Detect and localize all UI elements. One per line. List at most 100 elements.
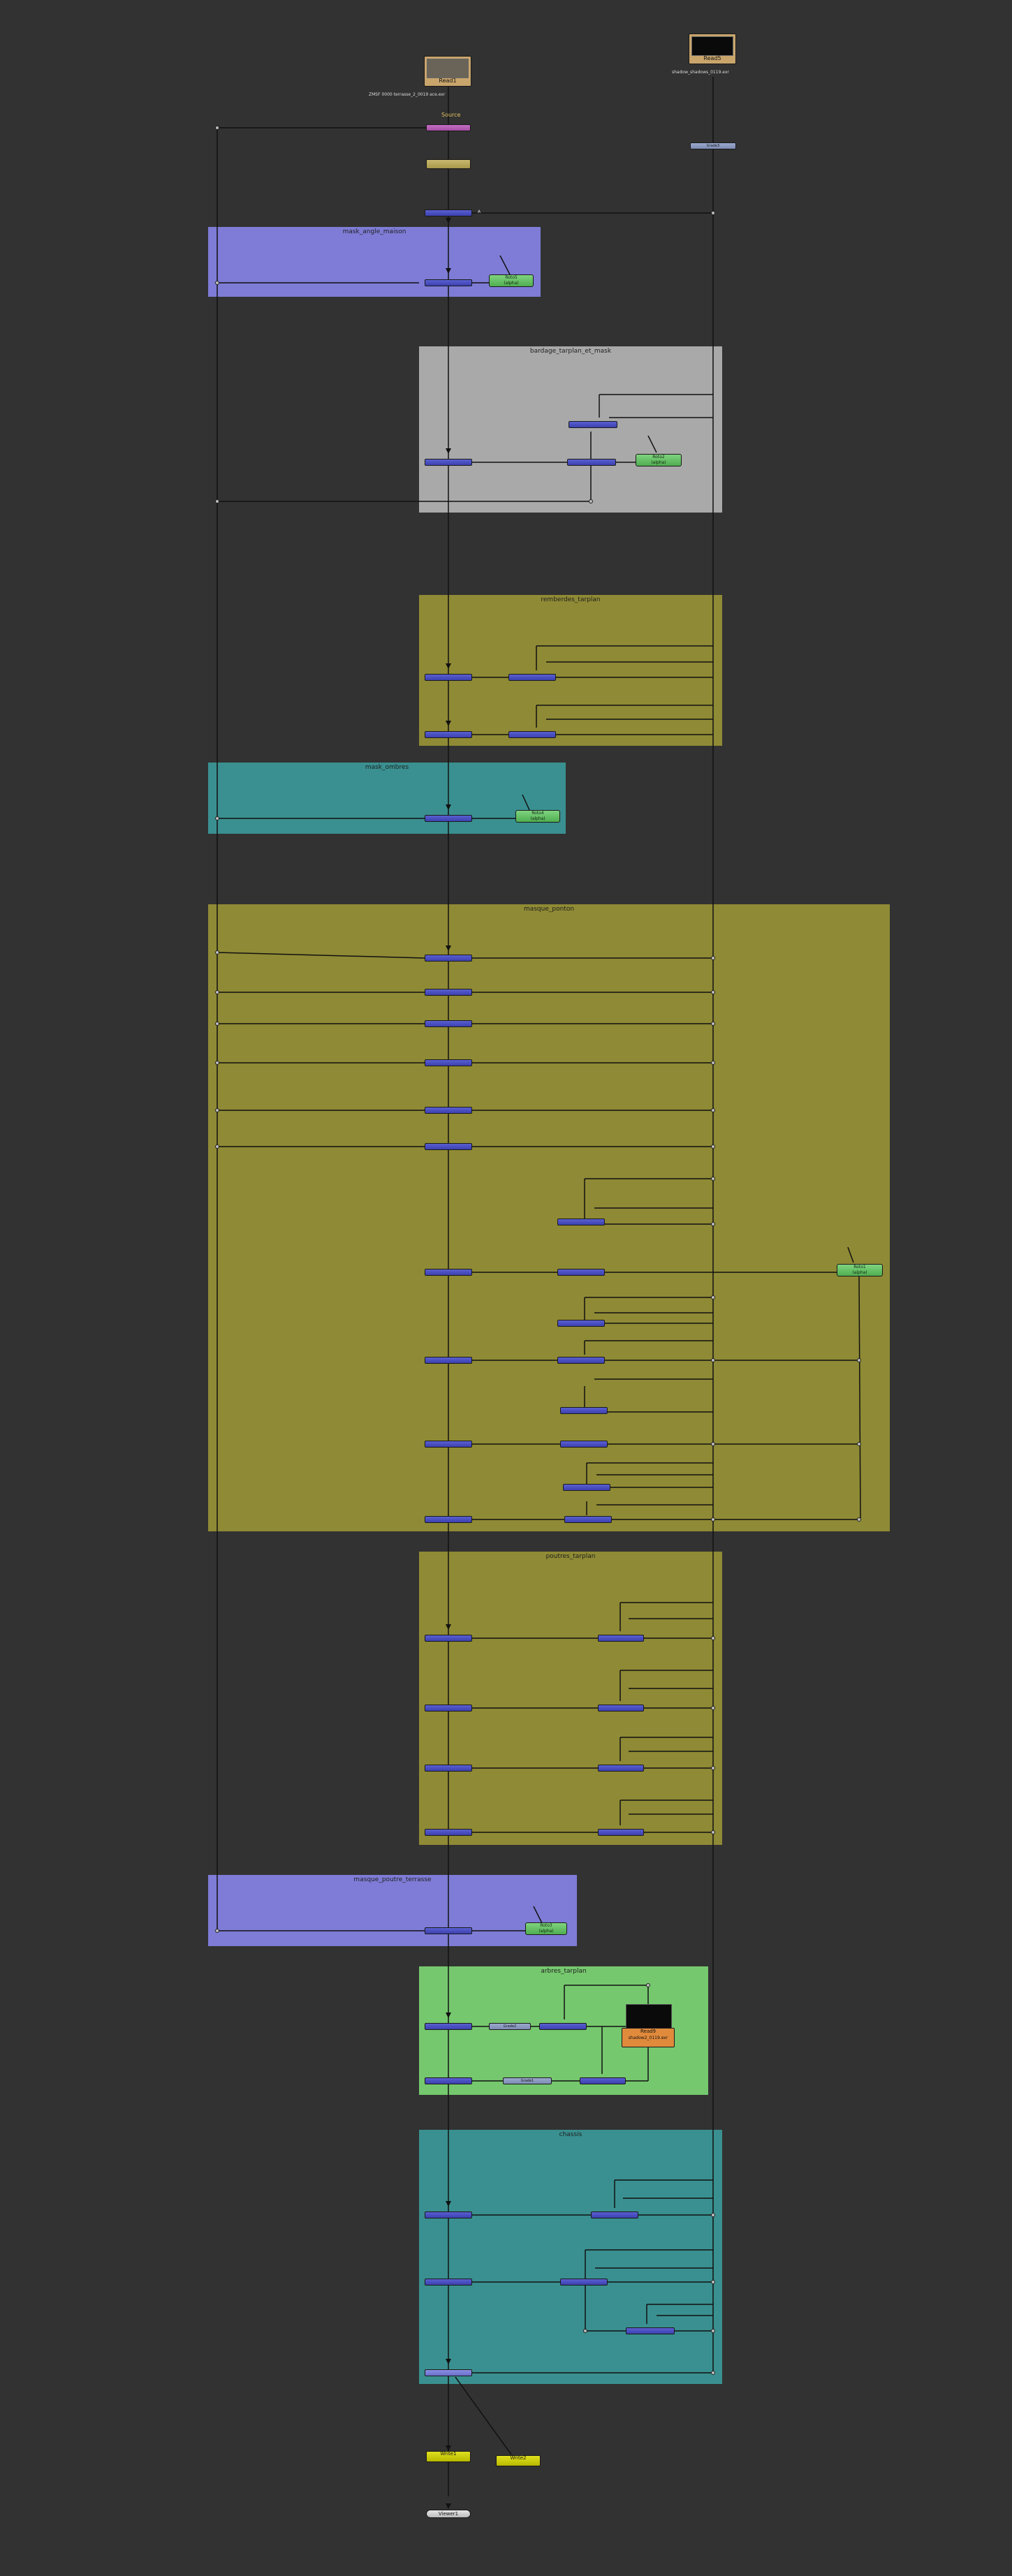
- merge-node[interactable]: [591, 2211, 638, 2218]
- merge-node[interactable]: [425, 1829, 472, 1836]
- grade2-node[interactable]: Grade2: [489, 2023, 531, 2030]
- merge-node[interactable]: [508, 731, 556, 738]
- dot[interactable]: [215, 816, 219, 820]
- merge-node[interactable]: [539, 2023, 587, 2030]
- merge-node[interactable]: [569, 421, 617, 428]
- dot[interactable]: [711, 1222, 715, 1226]
- dot[interactable]: [711, 956, 715, 960]
- dot[interactable]: [711, 1295, 715, 1300]
- dot[interactable]: [215, 950, 219, 955]
- merge-node[interactable]: [560, 1407, 608, 1414]
- merge-node[interactable]: [564, 1516, 612, 1523]
- dot[interactable]: [857, 1358, 861, 1362]
- merge-node[interactable]: [560, 1441, 608, 1448]
- dot[interactable]: [215, 1145, 219, 1149]
- dot[interactable]: [711, 1108, 715, 1112]
- merge-node[interactable]: [425, 2023, 472, 2030]
- merge-node[interactable]: [598, 1635, 644, 1642]
- merge-node[interactable]: [425, 1516, 472, 1523]
- merge-node[interactable]: [425, 1059, 472, 1066]
- merge-node[interactable]: [598, 1829, 644, 1836]
- roto3-node[interactable]: Roto3 (alpha): [525, 1922, 567, 1935]
- merge-node[interactable]: [425, 731, 472, 738]
- merge-node[interactable]: [425, 674, 472, 681]
- dot[interactable]: [215, 1929, 219, 1933]
- dot[interactable]: [583, 2329, 587, 2333]
- merge-node[interactable]: [425, 459, 472, 466]
- grade1-node[interactable]: Grade1: [503, 2077, 552, 2084]
- merge-node[interactable]: [557, 1357, 605, 1364]
- write1-node[interactable]: Write1: [426, 2451, 471, 2462]
- dot[interactable]: [711, 1517, 715, 1522]
- dot[interactable]: [711, 1022, 715, 1026]
- dot[interactable]: [711, 1358, 715, 1362]
- dot[interactable]: [711, 1177, 715, 1181]
- dot[interactable]: [215, 499, 219, 503]
- write2-node[interactable]: Write2: [496, 2455, 541, 2466]
- dot[interactable]: [857, 1442, 861, 1446]
- merge-node[interactable]: [425, 955, 472, 962]
- merge-node[interactable]: [425, 1143, 472, 1150]
- dot[interactable]: [646, 1983, 650, 1987]
- merge-node[interactable]: [425, 2211, 472, 2218]
- dot[interactable]: [215, 1061, 219, 1065]
- dot[interactable]: [215, 1022, 219, 1026]
- roto1-node[interactable]: Roto1 (alpha): [837, 1264, 883, 1276]
- grade3-node[interactable]: Grade3: [690, 142, 736, 149]
- merge-node[interactable]: [567, 459, 616, 466]
- roto5-node[interactable]: Roto5 (alpha): [489, 274, 534, 287]
- merge-node[interactable]: [557, 1219, 605, 1226]
- merge-node[interactable]: [580, 2077, 626, 2084]
- roto4-node[interactable]: Roto4 (alpha): [515, 810, 560, 823]
- shuffle-node[interactable]: [426, 124, 471, 131]
- merge-node[interactable]: [425, 279, 472, 286]
- read9-node[interactable]: Read9 shadow2_0119.exr: [622, 2028, 675, 2047]
- merge-node[interactable]: [626, 2327, 675, 2334]
- node-graph[interactable]: mask_angle_maison bardage_tarplan_et_mas…: [0, 0, 1012, 2576]
- merge-node[interactable]: [560, 2279, 608, 2286]
- merge-node[interactable]: [425, 2077, 472, 2084]
- merge-node[interactable]: [425, 2279, 472, 2286]
- merge-node[interactable]: [425, 1705, 472, 1712]
- dot[interactable]: [711, 2371, 715, 2375]
- merge-node[interactable]: [425, 1927, 472, 1934]
- read5-node[interactable]: Read5: [689, 34, 736, 64]
- merge-node[interactable]: [425, 1765, 472, 1772]
- dot[interactable]: [711, 211, 715, 215]
- dot[interactable]: [711, 1145, 715, 1149]
- merge-node[interactable]: [598, 1765, 644, 1772]
- dot[interactable]: [711, 1706, 715, 1710]
- merge-node[interactable]: [508, 674, 556, 681]
- merge-node[interactable]: [425, 1635, 472, 1642]
- merge-node[interactable]: [425, 1441, 472, 1448]
- dot[interactable]: [215, 1108, 219, 1112]
- merge-node[interactable]: [557, 1320, 605, 1327]
- dot[interactable]: [215, 281, 219, 285]
- merge-node[interactable]: [425, 815, 472, 822]
- merge-node[interactable]: [598, 1705, 644, 1712]
- merge-node[interactable]: [425, 1107, 472, 1114]
- merge-node[interactable]: [425, 2369, 472, 2376]
- dot[interactable]: [215, 126, 219, 130]
- dot[interactable]: [711, 1061, 715, 1065]
- dot[interactable]: [711, 2280, 715, 2284]
- roto2-node[interactable]: Roto2 (alpha): [636, 454, 682, 466]
- dot[interactable]: [857, 1517, 861, 1522]
- merge-node[interactable]: [425, 209, 472, 216]
- merge-node[interactable]: [425, 1357, 472, 1364]
- dot[interactable]: [711, 2213, 715, 2217]
- merge-node[interactable]: [557, 1269, 605, 1276]
- dot[interactable]: [711, 1830, 715, 1834]
- merge-node[interactable]: [425, 1020, 472, 1027]
- dot[interactable]: [711, 1442, 715, 1446]
- dot[interactable]: [589, 499, 593, 503]
- merge-node[interactable]: [563, 1484, 610, 1491]
- read1-node[interactable]: Read1: [424, 56, 471, 87]
- merge-node[interactable]: [425, 1269, 472, 1276]
- merge-node[interactable]: [425, 989, 472, 996]
- dot[interactable]: [215, 990, 219, 994]
- dot[interactable]: [711, 1766, 715, 1770]
- viewer1-node[interactable]: Viewer1: [426, 2510, 471, 2518]
- transform-node[interactable]: [426, 159, 471, 169]
- dot[interactable]: [711, 990, 715, 994]
